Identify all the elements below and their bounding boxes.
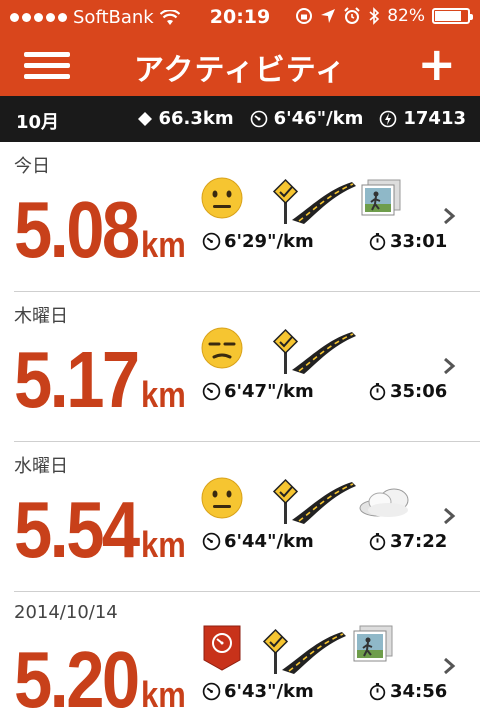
activity-duration: 34:56 [368,681,447,702]
activity-icons [200,174,410,224]
duration-value: 35:06 [390,381,448,402]
nav-bar: アクティビティ + [0,34,480,96]
distance-value: 5.08 [14,185,140,274]
add-activity-button[interactable]: + [417,38,456,90]
road-terrain-icon [272,478,356,524]
duration-value: 37:22 [390,531,448,552]
neutral-face-icon [201,477,243,519]
distance-value: 5.20 [14,635,140,720]
activity-date: 今日 [14,156,50,177]
activity-row[interactable]: 水曜日 5.54 km 6'44"/km 37:22 [0,442,480,592]
activity-distance: 5.20 km [14,634,186,720]
distance-unit: km [141,374,186,415]
battery-icon [432,8,473,24]
activity-duration: 35:06 [368,381,447,402]
month-label: 10月 [16,112,60,133]
stopwatch-icon [369,683,386,701]
activity-date: 木曜日 [14,306,68,327]
pace-value: 6'29"/km [224,231,314,252]
pace-icon [202,232,221,251]
pace-value: 6'43"/km [224,681,314,702]
pace-icon [202,532,221,551]
activity-pace: 6'43"/km [202,681,314,702]
pace-value: 6'44"/km [224,531,314,552]
alarm-icon [344,7,360,24]
pace-icon [202,382,221,401]
activity-icons [200,324,410,374]
pace-value: 6'47"/km [224,381,314,402]
activity-icons [200,474,410,524]
duration-value: 34:56 [390,681,448,702]
activity-pace: 6'47"/km [202,381,314,402]
activity-distance: 5.17 km [14,334,186,426]
distance-unit: km [141,524,186,565]
chevron-right-icon [444,357,456,375]
activity-row[interactable]: 2014/10/14 5.20 km 6'43"/km 34:56 [0,592,480,720]
tired-face-icon [201,327,243,369]
page-title: アクティビティ [134,53,346,88]
pace-icon [202,682,221,701]
stopwatch-icon [369,383,386,401]
chevron-right-icon [444,207,456,225]
chevron-right-icon [444,507,456,525]
pace-badge-icon [203,625,241,671]
distance-unit: km [141,224,186,265]
stopwatch-icon [369,233,386,251]
status-bar: SoftBank 20:19 82% [0,0,480,34]
activity-duration: 37:22 [368,531,447,552]
activity-pace: 6'29"/km [202,231,314,252]
road-terrain-icon [272,328,356,374]
activity-date: 水曜日 [14,456,68,477]
bluetooth-icon [369,7,380,25]
distance-value: 5.54 [14,485,140,574]
battery-percent: 82% [387,6,425,26]
photo-icon [361,179,401,216]
activity-pace: 6'44"/km [202,531,314,552]
month-summary-bar: 10月 66.3km 6'46"/km 17413 [0,96,480,142]
chevron-right-icon [444,657,456,675]
summary-fuel: 17413 [403,108,466,129]
activity-distance: 5.08 km [14,184,186,276]
activity-row[interactable]: 木曜日 5.17 km 6'47"/km 35:06 [0,292,480,442]
pace-icon [250,110,267,127]
road-terrain-icon [262,628,346,674]
distance-value: 5.17 [14,335,140,424]
stopwatch-icon [369,533,386,551]
duration-value: 33:01 [390,231,448,252]
summary-distance: 66.3km [158,108,234,129]
fuel-icon [380,110,397,127]
photo-icon [353,625,393,662]
summary-pace: 6'46"/km [273,108,364,129]
neutral-face-icon [201,177,243,219]
activity-row[interactable]: 今日 5.08 km 6'29"/km 33:01 [0,142,480,292]
cloud-weather-icon [359,488,409,517]
activity-icons [200,624,410,674]
rotation-lock-icon [296,8,313,24]
distance-unit: km [141,674,186,715]
activity-distance: 5.54 km [14,484,186,576]
road-terrain-icon [272,178,356,224]
distance-icon [138,111,153,126]
activity-duration: 33:01 [368,231,447,252]
location-icon [321,9,336,23]
activity-date: 2014/10/14 [14,602,118,623]
